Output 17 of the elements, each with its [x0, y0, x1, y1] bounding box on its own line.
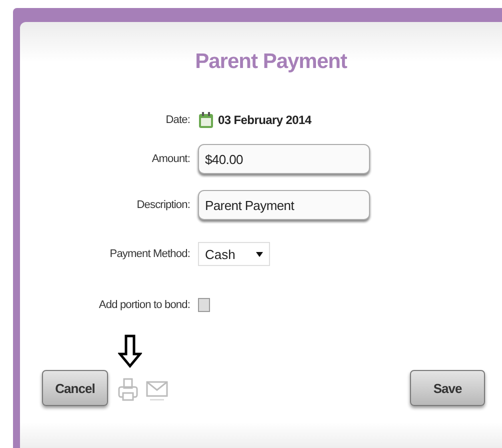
save-button[interactable]: Save: [410, 370, 485, 406]
field-label: Amount:: [152, 153, 190, 165]
field-label: Date:: [166, 114, 190, 126]
dialog-title: Parent Payment: [194, 50, 348, 74]
field-label: Payment Method:: [110, 248, 190, 260]
payment-method-dropdown[interactable]: Cash: [198, 242, 270, 266]
calendar-icon[interactable]: [198, 111, 214, 129]
field-label: Add portion to bond:: [98, 299, 190, 311]
text-field[interactable]: $40.00: [198, 144, 370, 174]
caret-icon: [256, 252, 263, 256]
date-value: 03 February 2014: [218, 113, 312, 127]
field-label: Description:: [136, 199, 190, 211]
checkbox[interactable]: [198, 298, 210, 312]
down-arrow-icon: [118, 334, 142, 368]
text-field[interactable]: Parent Payment: [198, 190, 370, 220]
cancel-button[interactable]: Cancel: [42, 370, 108, 406]
printer-icon[interactable]: [118, 378, 138, 404]
